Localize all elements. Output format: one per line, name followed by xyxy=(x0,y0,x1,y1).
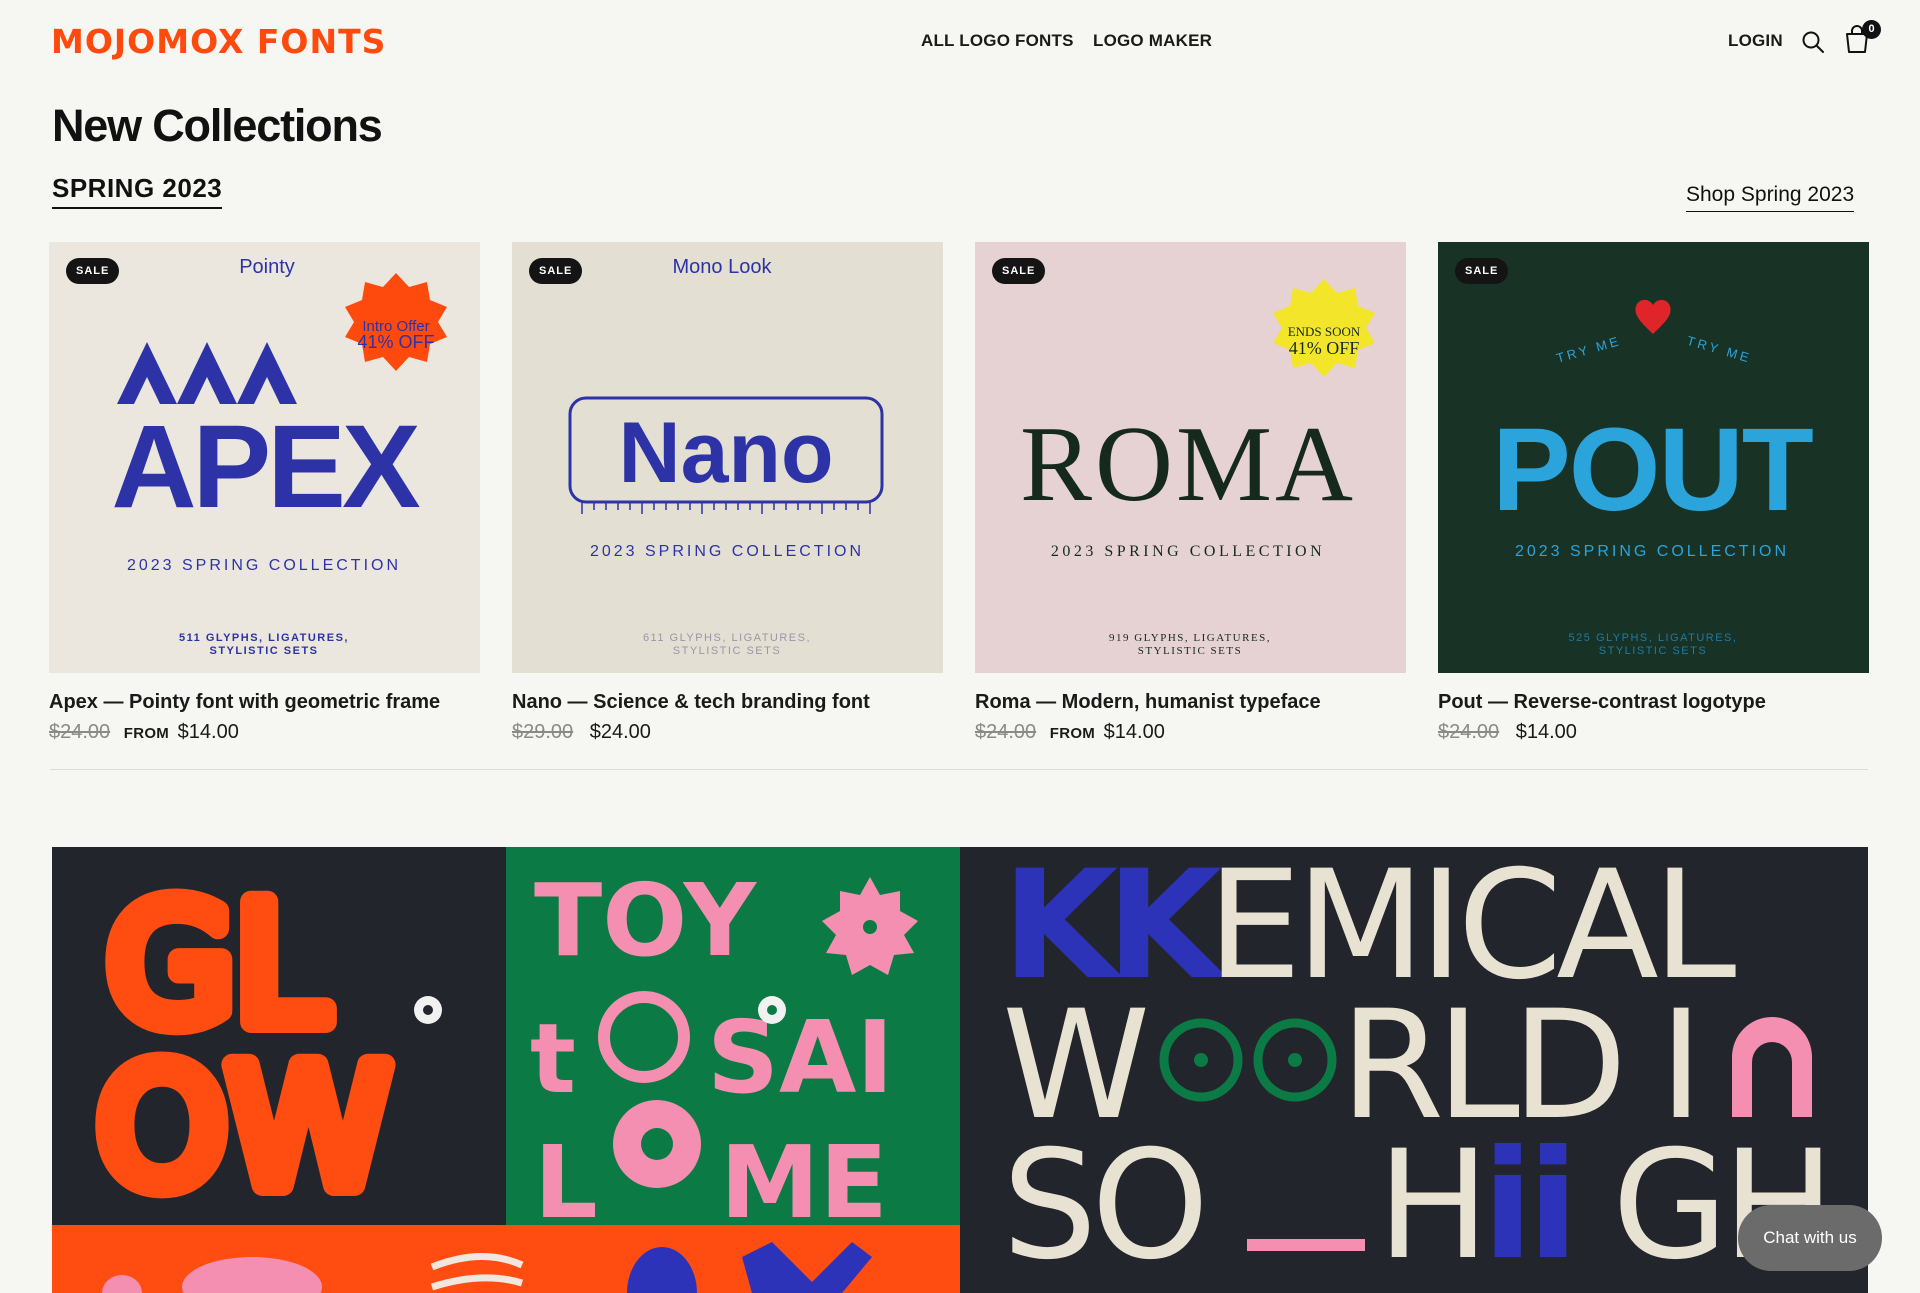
art-wordmark: POUT xyxy=(1492,404,1813,536)
product-image[interactable]: TRY ME TRY ME POUT 2023 SPRING COLLECTIO… xyxy=(1438,242,1869,673)
art-specs-line2: STYLISTIC SETS xyxy=(673,645,781,657)
product-image[interactable]: Pointy APEX 2023 SPRING COLLECTION 511 G… xyxy=(49,242,480,673)
old-price: $24.00 xyxy=(1438,721,1500,743)
art-wordmark: APEX xyxy=(111,401,420,533)
page-title: New Collections xyxy=(52,100,383,151)
art-wordmark: Nano xyxy=(619,405,834,501)
sale-badge: SALE xyxy=(992,258,1046,284)
art-specs-line1: 919 GLYPHS, LIGATURES, xyxy=(1109,632,1271,644)
offer-line2: 41% OFF xyxy=(357,332,434,352)
product-card[interactable]: ROMA 2023 SPRING COLLECTION 919 GLYPHS, … xyxy=(975,242,1406,744)
product-price: $24.00 FROM $14.00 xyxy=(975,721,1406,744)
old-price: $29.00 xyxy=(512,721,574,743)
season-heading: SPRING 2023 xyxy=(52,173,223,209)
glow-line2: OW xyxy=(97,1032,390,1224)
pink-underscore xyxy=(1247,1239,1365,1251)
product-price: $29.00 $24.00 xyxy=(512,721,943,744)
art-specs-line2: STYLISTIC SETS xyxy=(209,645,318,657)
from-label: FROM xyxy=(123,725,170,742)
art-specs-line2: STYLISTIC SETS xyxy=(1138,645,1242,657)
product-title[interactable]: Nano — Science & tech branding font xyxy=(512,691,943,714)
product-title[interactable]: Roma — Modern, humanist typeface xyxy=(975,691,1406,714)
sale-price: $24.00 xyxy=(589,721,651,743)
art-name-tag: Pointy xyxy=(239,256,295,278)
product-title[interactable]: Pout — Reverse-contrast logotype xyxy=(1438,691,1869,714)
nav-all-logo-fonts[interactable]: ALL LOGO FONTS xyxy=(921,31,1074,51)
chemical-line3-start: SO xyxy=(1002,1119,1203,1293)
old-price: $24.00 xyxy=(975,721,1037,743)
roma-artwork: ROMA 2023 SPRING COLLECTION 919 GLYPHS, … xyxy=(975,242,1406,673)
product-image[interactable]: ROMA 2023 SPRING COLLECTION 919 GLYPHS, … xyxy=(975,242,1406,673)
from-label: FROM xyxy=(1049,725,1096,742)
offer-line1: ENDS SOON xyxy=(1288,324,1361,339)
chemical-line3-h: H xyxy=(1377,1119,1490,1293)
sale-price: $14.00 xyxy=(1515,721,1577,743)
product-title[interactable]: Apex — Pointy font with geometric frame xyxy=(49,691,480,714)
art-collection: 2023 SPRING COLLECTION xyxy=(1515,543,1789,560)
section-divider xyxy=(50,769,1868,770)
art-collection: 2023 SPRING COLLECTION xyxy=(1051,543,1325,560)
toy-line1: TOY xyxy=(534,862,758,979)
cart-button[interactable]: 0 xyxy=(1842,20,1881,56)
chat-button[interactable]: Chat with us xyxy=(1738,1205,1882,1271)
art-name-tag: Mono Look xyxy=(673,256,773,278)
product-price: $24.00 $14.00 xyxy=(1438,721,1869,744)
search-button[interactable] xyxy=(1800,29,1826,55)
apex-artwork: Pointy APEX 2023 SPRING COLLECTION 511 G… xyxy=(49,242,480,673)
sale-badge: SALE xyxy=(1455,258,1509,284)
svg-text:L: L xyxy=(534,1124,598,1241)
art-specs-line1: 525 GLYPHS, LIGATURES, xyxy=(1569,632,1738,644)
art-collection: 2023 SPRING COLLECTION xyxy=(127,557,401,574)
art-wordmark: ROMA xyxy=(1020,405,1356,524)
old-price: $24.00 xyxy=(49,721,111,743)
art-collection: 2023 SPRING COLLECTION xyxy=(590,543,864,560)
nav-logo-maker[interactable]: LOGO MAKER xyxy=(1093,31,1212,51)
cart-count-badge: 0 xyxy=(1862,20,1881,39)
art-specs-line1: 611 GLYPHS, LIGATURES, xyxy=(643,632,811,644)
nav-login[interactable]: LOGIN xyxy=(1728,31,1783,51)
toy-line3: ME xyxy=(720,1124,888,1241)
sale-price: $14.00 xyxy=(1103,721,1165,743)
pout-artwork: TRY ME TRY ME POUT 2023 SPRING COLLECTIO… xyxy=(1438,242,1869,673)
chemical-line3-accent: ii xyxy=(1482,1119,1573,1293)
brand-logo[interactable]: MOJOMOX FONTS xyxy=(51,22,386,61)
product-card[interactable]: TRY ME TRY ME POUT 2023 SPRING COLLECTIO… xyxy=(1438,242,1869,744)
svg-text:t: t xyxy=(530,1003,576,1115)
sale-badge: SALE xyxy=(66,258,120,284)
featured-banner[interactable]: GL OW TOY t SAI L ME KK EMICAL W RLD I S… xyxy=(52,847,1868,1293)
product-image[interactable]: Mono Look Nano 2023 SPRING COLLECTION 61… xyxy=(512,242,943,673)
sale-badge: SALE xyxy=(529,258,583,284)
product-price: $24.00 FROM $14.00 xyxy=(49,721,480,744)
banner-artwork: GL OW TOY t SAI L ME KK EMICAL W RLD I S… xyxy=(52,847,1868,1293)
site-header: MOJOMOX FONTS ALL LOGO FONTS LOGO MAKER … xyxy=(0,0,1920,84)
nano-artwork: Mono Look Nano 2023 SPRING COLLECTION 61… xyxy=(512,242,943,673)
product-card[interactable]: Mono Look Nano 2023 SPRING COLLECTION 61… xyxy=(512,242,943,744)
offer-line2: 41% OFF xyxy=(1289,338,1360,358)
shop-spring-link[interactable]: Shop Spring 2023 xyxy=(1686,183,1855,212)
art-specs-line1: 511 GLYPHS, LIGATURES, xyxy=(179,632,349,644)
toy-line2: SAI xyxy=(707,999,894,1116)
art-specs-line2: STYLISTIC SETS xyxy=(1599,645,1707,657)
search-icon xyxy=(1802,31,1824,53)
sale-price: $14.00 xyxy=(177,721,239,743)
product-card[interactable]: Pointy APEX 2023 SPRING COLLECTION 511 G… xyxy=(49,242,480,744)
